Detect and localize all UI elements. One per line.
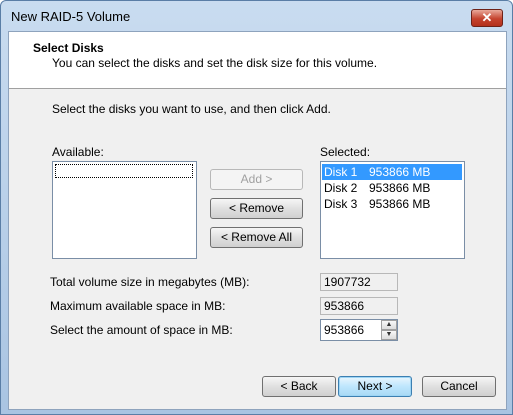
amount-label: Select the amount of space in MB: [50, 323, 233, 337]
list-item[interactable]: Disk 2 953866 MB [322, 180, 462, 196]
available-listbox[interactable] [52, 161, 197, 259]
total-size-label: Total volume size in megabytes (MB): [50, 275, 250, 289]
amount-spinbox[interactable]: 953866 ▲ ▼ [320, 319, 398, 341]
max-space-label: Maximum available space in MB: [50, 299, 226, 313]
remove-all-button[interactable]: < Remove All [210, 227, 303, 248]
total-size-value: 1907732 [320, 273, 398, 291]
back-button[interactable]: < Back [262, 376, 336, 397]
close-button[interactable]: ✕ [471, 9, 503, 27]
dialog-client-area: Select Disks You can select the disks an… [8, 31, 507, 410]
spin-down-arrow-icon[interactable]: ▼ [381, 330, 397, 340]
cancel-button[interactable]: Cancel [422, 376, 496, 397]
disk-name: Disk 1 [324, 165, 358, 179]
spin-up-arrow-icon[interactable]: ▲ [381, 320, 397, 330]
add-button[interactable]: Add > [210, 169, 303, 190]
page-title: Select Disks [33, 41, 104, 55]
selected-listbox[interactable]: Disk 1 953866 MB Disk 2 953866 MB Disk 3… [320, 161, 465, 259]
next-button[interactable]: Next > [338, 376, 412, 397]
focus-indicator [55, 164, 193, 178]
instruction-text: Select the disks you want to use, and th… [52, 102, 331, 116]
amount-value: 953866 [324, 323, 365, 337]
selected-label: Selected: [320, 145, 371, 159]
close-icon: ✕ [481, 10, 493, 25]
disk-size: 953866 MB [369, 165, 431, 179]
title-bar[interactable]: New RAID-5 Volume ✕ [1, 1, 512, 31]
wizard-header: Select Disks You can select the disks an… [9, 32, 506, 89]
page-subtitle: You can select the disks and set the dis… [52, 56, 378, 70]
available-label: Available: [52, 145, 104, 159]
disk-name: Disk 3 [324, 197, 358, 211]
list-item[interactable]: Disk 3 953866 MB [322, 196, 462, 212]
disk-name: Disk 2 [324, 181, 358, 195]
remove-button[interactable]: < Remove [210, 198, 303, 219]
window-title: New RAID-5 Volume [11, 9, 131, 24]
dialog-window: New RAID-5 Volume ✕ Select Disks You can… [0, 0, 513, 415]
list-item[interactable]: Disk 1 953866 MB [322, 164, 462, 180]
max-space-value: 953866 [320, 297, 398, 315]
disk-size: 953866 MB [369, 181, 431, 195]
disk-size: 953866 MB [369, 197, 431, 211]
